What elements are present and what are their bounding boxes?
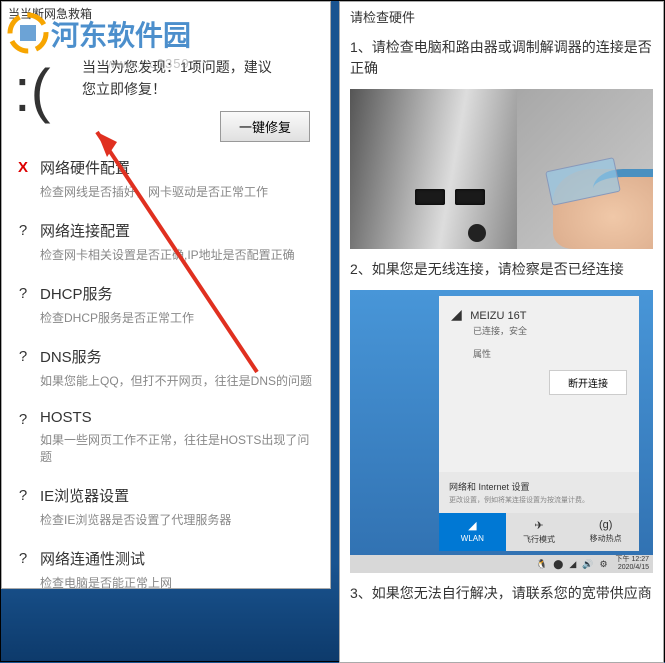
tray-icon[interactable]: ⬤ bbox=[553, 559, 563, 570]
airplane-icon: ✈ bbox=[508, 519, 571, 532]
wifi-status: 已连接，安全 bbox=[473, 324, 627, 337]
item-desc: 检查IE浏览器是否设置了代理服务器 bbox=[40, 511, 312, 528]
wifi-properties-link[interactable]: 属性 bbox=[473, 347, 627, 360]
watermark-url: www.pc0359.cn bbox=[106, 56, 210, 71]
fix-all-button[interactable]: 一键修复 bbox=[220, 111, 310, 142]
diagnostic-list: X 网络硬件配置 检查网线是否插好，网卡驱动是否正常工作 ? 网络连接配置 检查… bbox=[2, 142, 330, 601]
item-dns[interactable]: ? DNS服务 如果您能上QQ，但打不开网页，往往是DNS的问题 bbox=[2, 336, 330, 399]
item-title: 网络连通性测试 bbox=[40, 548, 312, 569]
watermark: 河东软件园 bbox=[6, 11, 191, 56]
right-panel: 请检查硬件 1、请检查电脑和路由器或调制解调器的连接是否正确 2、如果您是无线连… bbox=[339, 1, 664, 663]
sad-face-icon: :( bbox=[14, 61, 51, 121]
item-title: 网络硬件配置 bbox=[40, 157, 312, 178]
disconnect-button[interactable]: 断开连接 bbox=[549, 370, 627, 395]
item-connectivity-test[interactable]: ? 网络连通性测试 检查电脑是否能正常上网 bbox=[2, 538, 330, 601]
item-title: IE浏览器设置 bbox=[40, 485, 312, 506]
taskbar: 🐧 ⬤ ◢ 🔊 ⚙ 下午 12:27 2020/4/15 bbox=[350, 555, 653, 573]
tray-icon[interactable]: 🔊 bbox=[582, 559, 593, 570]
watermark-text: 河东软件园 bbox=[51, 14, 191, 54]
item-desc: 如果您能上QQ，但打不开网页，往往是DNS的问题 bbox=[40, 372, 312, 389]
status-unknown-icon: ? bbox=[14, 348, 32, 365]
tray-icon[interactable]: ⚙ bbox=[599, 559, 607, 570]
instruction-3: 3、如果您无法自行解决，请联系您的宽带供应商 bbox=[350, 583, 653, 604]
item-hosts[interactable]: ? HOSTS 如果一些网页工作不正常，往往是HOSTS出现了问题 bbox=[2, 399, 330, 475]
wifi-signal-icon: ◢ bbox=[451, 306, 462, 323]
watermark-logo-icon bbox=[6, 11, 51, 56]
item-title: 网络连接配置 bbox=[40, 220, 312, 241]
wlan-icon: ◢ bbox=[441, 519, 504, 532]
wifi-ssid: MEIZU 16T bbox=[470, 310, 526, 322]
wifi-screenshot: ◢ MEIZU 16T 已连接，安全 属性 断开连接 网络和 Internet … bbox=[350, 290, 653, 573]
item-desc: 检查网卡相关设置是否正确,IP地址是否配置正确 bbox=[40, 246, 312, 263]
right-title: 请检查硬件 bbox=[350, 4, 653, 29]
item-title: DNS服务 bbox=[40, 346, 312, 367]
status-unknown-icon: ? bbox=[14, 550, 32, 567]
item-desc: 检查电脑是否能正常上网 bbox=[40, 574, 312, 591]
wlan-toggle[interactable]: ◢ WLAN bbox=[439, 513, 506, 551]
taskbar-clock[interactable]: 下午 12:27 2020/4/15 bbox=[616, 556, 649, 571]
item-title: DHCP服务 bbox=[40, 283, 312, 304]
status-unknown-icon: ? bbox=[14, 222, 32, 239]
status-unknown-icon: ? bbox=[14, 285, 32, 302]
instruction-1: 1、请检查电脑和路由器或调制解调器的连接是否正确 bbox=[350, 37, 653, 79]
item-dhcp[interactable]: ? DHCP服务 检查DHCP服务是否正常工作 bbox=[2, 273, 330, 336]
ethernet-port-illustration bbox=[350, 89, 653, 249]
tray-icons: 🐧 ⬤ ◢ 🔊 ⚙ bbox=[536, 559, 608, 570]
wifi-popup: ◢ MEIZU 16T 已连接，安全 属性 断开连接 网络和 Internet … bbox=[439, 296, 639, 551]
header-line2: 您立即修复！ bbox=[82, 81, 166, 97]
status-unknown-icon: ? bbox=[14, 487, 32, 504]
status-error-icon: X bbox=[14, 159, 32, 176]
airplane-mode-toggle[interactable]: ✈ 飞行模式 bbox=[506, 513, 573, 551]
item-ie-settings[interactable]: ? IE浏览器设置 检查IE浏览器是否设置了代理服务器 bbox=[2, 475, 330, 538]
network-settings-link[interactable]: 网络和 Internet 设置 更改设置，例如将某连接设置为按流量计费。 bbox=[439, 472, 639, 513]
wifi-quick-actions: ◢ WLAN ✈ 飞行模式 (g) 移动热点 bbox=[439, 513, 639, 551]
settings-subtitle: 更改设置，例如将某连接设置为按流量计费。 bbox=[449, 495, 629, 505]
item-network-hardware[interactable]: X 网络硬件配置 检查网线是否插好，网卡驱动是否正常工作 bbox=[2, 147, 330, 210]
instruction-2: 2、如果您是无线连接，请检察是否已经连接 bbox=[350, 259, 653, 280]
item-desc: 如果一些网页工作不正常，往往是HOSTS出现了问题 bbox=[40, 431, 312, 465]
left-panel: 当当断网急救箱 :( 当当为您发现：1项问题，建议 您立即修复！ 一键修复 X … bbox=[1, 1, 331, 589]
status-unknown-icon: ? bbox=[14, 411, 32, 428]
hotspot-icon: (g) bbox=[574, 519, 637, 531]
item-desc: 检查DHCP服务是否正常工作 bbox=[40, 309, 312, 326]
item-title: HOSTS bbox=[40, 409, 312, 426]
settings-title: 网络和 Internet 设置 bbox=[449, 480, 629, 493]
item-network-connection[interactable]: ? 网络连接配置 检查网卡相关设置是否正确,IP地址是否配置正确 bbox=[2, 210, 330, 273]
tray-icon[interactable]: 🐧 bbox=[536, 559, 547, 570]
hotspot-toggle[interactable]: (g) 移动热点 bbox=[572, 513, 639, 551]
item-desc: 检查网线是否插好，网卡驱动是否正常工作 bbox=[40, 183, 312, 200]
tray-icon[interactable]: ◢ bbox=[569, 559, 576, 570]
